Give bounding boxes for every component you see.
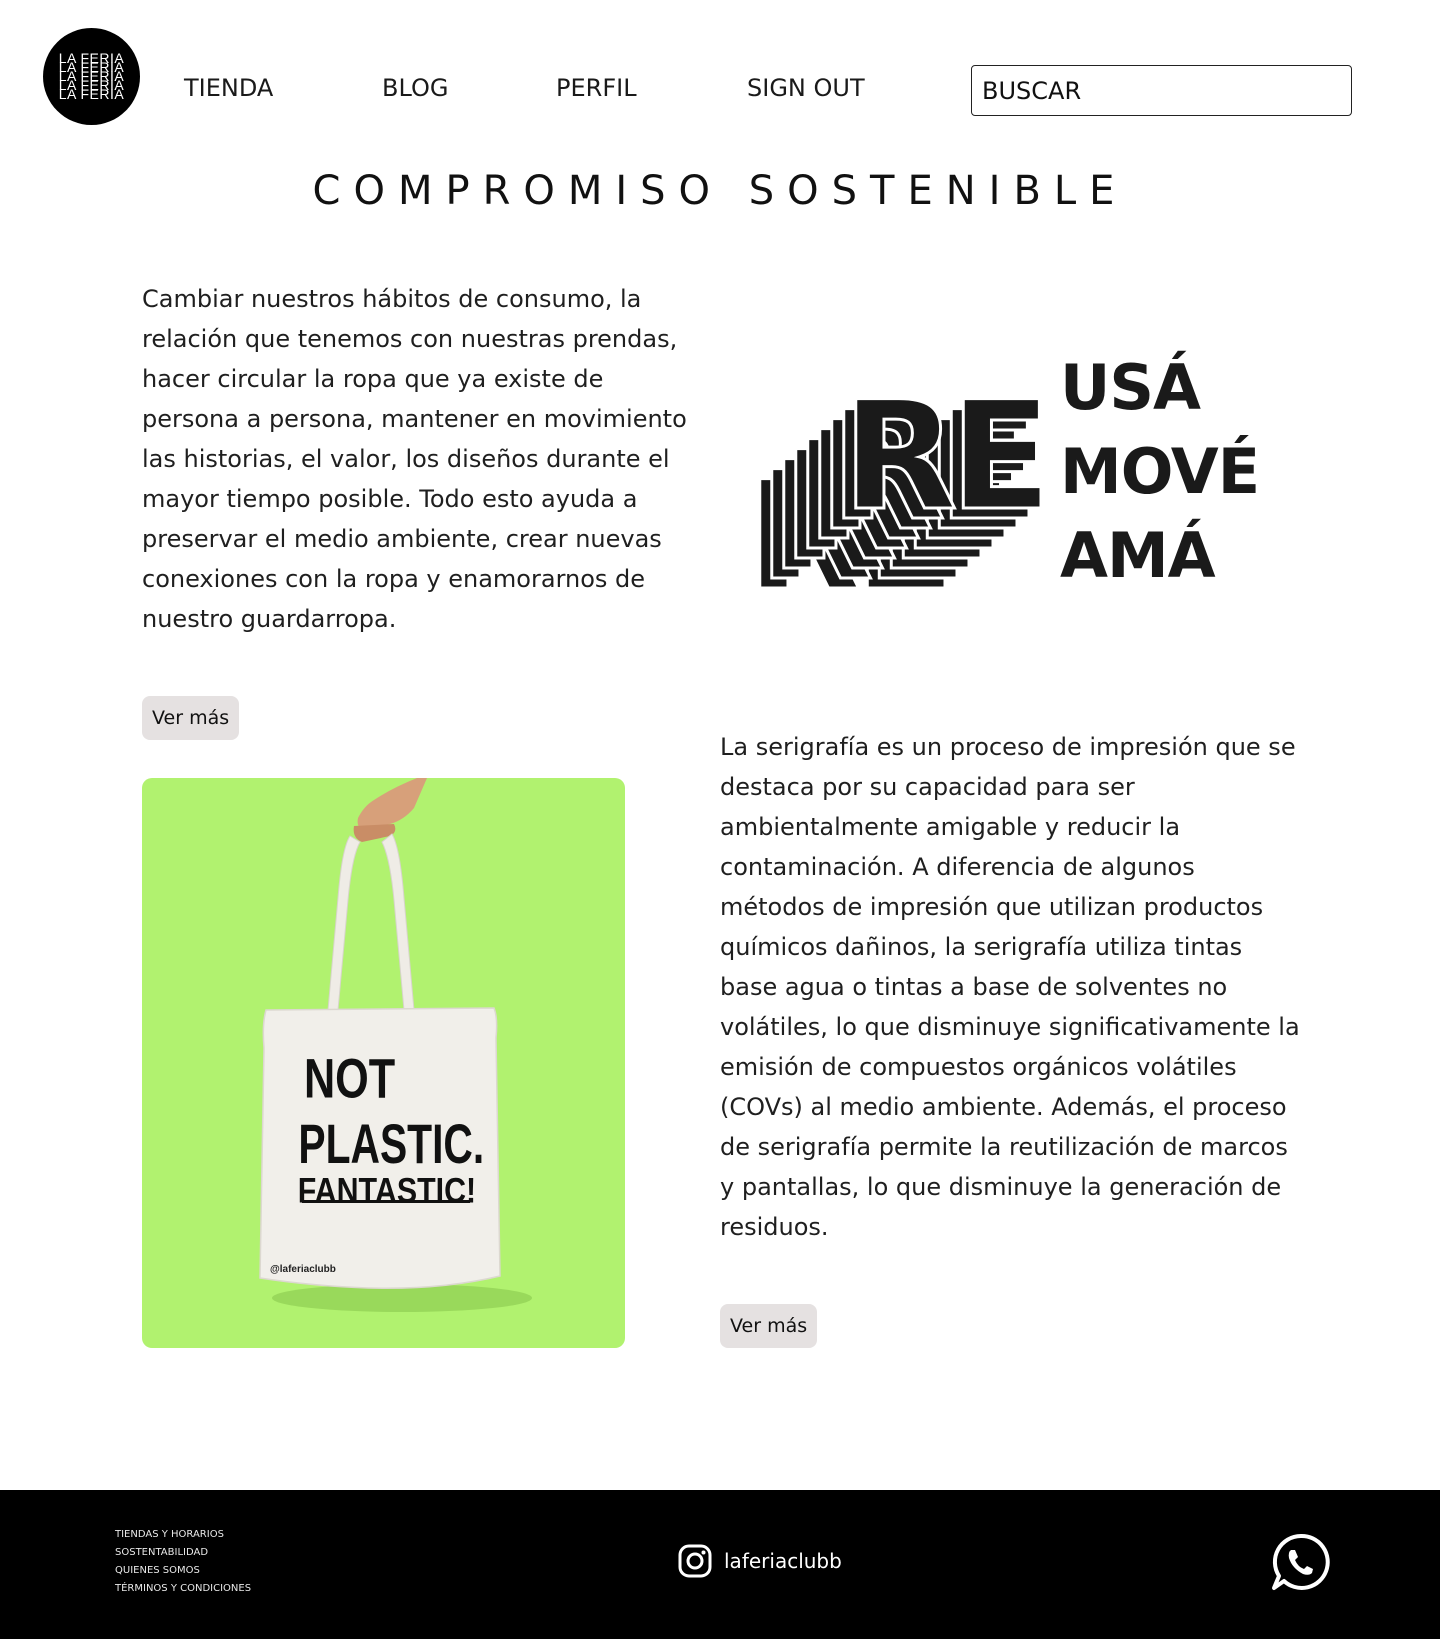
instagram-handle: laferiaclubb [724, 1549, 842, 1573]
instagram-link[interactable]: laferiaclubb [678, 1544, 842, 1578]
see-more-button[interactable]: Ver más [720, 1304, 818, 1348]
reuse-word: MOVÉ [1060, 435, 1260, 508]
footer-links: TIENDAS Y HORARIOS SOSTENTABILIDAD QUIEN… [115, 1528, 251, 1596]
nav-sign-out[interactable]: SIGN OUT [747, 74, 865, 102]
svg-text:@laferiaclubb: @laferiaclubb [270, 1264, 336, 1275]
svg-text:PLASTIC.: PLASTIC. [298, 1114, 484, 1175]
logo-text: LA FERIA [58, 86, 125, 102]
page-title: COMPROMISO SOSTENIBLE [312, 168, 1128, 214]
footer-link-sustainability[interactable]: SOSTENTABILIDAD [115, 1546, 251, 1560]
svg-text:FANTASTIC!: FANTASTIC! [298, 1170, 476, 1210]
footer-link-about[interactable]: QUIENES SOMOS [115, 1564, 251, 1578]
search-input[interactable] [971, 65, 1352, 116]
site-header: LA FERIA LA FERIA LA FERIA LA FERIA LA F… [0, 0, 1440, 140]
serigraphy-paragraph: La serigrafía es un proceso de impresión… [720, 733, 1300, 1241]
footer-link-stores[interactable]: TIENDAS Y HORARIOS [115, 1528, 251, 1542]
reuse-words: USÁ MOVÉ AMÁ [1060, 346, 1260, 598]
see-more-button[interactable]: Ver más [142, 696, 240, 740]
brand-logo[interactable]: LA FERIA LA FERIA LA FERIA LA FERIA LA F… [43, 28, 140, 125]
footer-link-terms[interactable]: TÉRMINOS Y CONDICIONES [115, 1582, 251, 1596]
sustainability-paragraph: Cambiar nuestros hábitos de consumo, la … [142, 285, 687, 633]
svg-text:NOT: NOT [304, 1048, 395, 1110]
tote-bag-illustration: NOT PLASTIC. FANTASTIC! @laferiaclubb [259, 778, 532, 1312]
whatsapp-icon[interactable] [1271, 1532, 1331, 1592]
nav-perfil[interactable]: PERFIL [556, 74, 637, 102]
tote-bag-image: NOT PLASTIC. FANTASTIC! @laferiaclubb [142, 778, 625, 1348]
reuse-word: USÁ [1060, 351, 1201, 424]
nav-blog[interactable]: BLOG [382, 74, 448, 102]
instagram-icon [678, 1544, 712, 1578]
svg-text:RE: RE [842, 370, 1044, 544]
reuse-word: AMÁ [1060, 519, 1216, 592]
site-footer: TIENDAS Y HORARIOS SOSTENTABILIDAD QUIEN… [0, 1490, 1440, 1639]
nav-tienda[interactable]: TIENDA [184, 74, 273, 102]
